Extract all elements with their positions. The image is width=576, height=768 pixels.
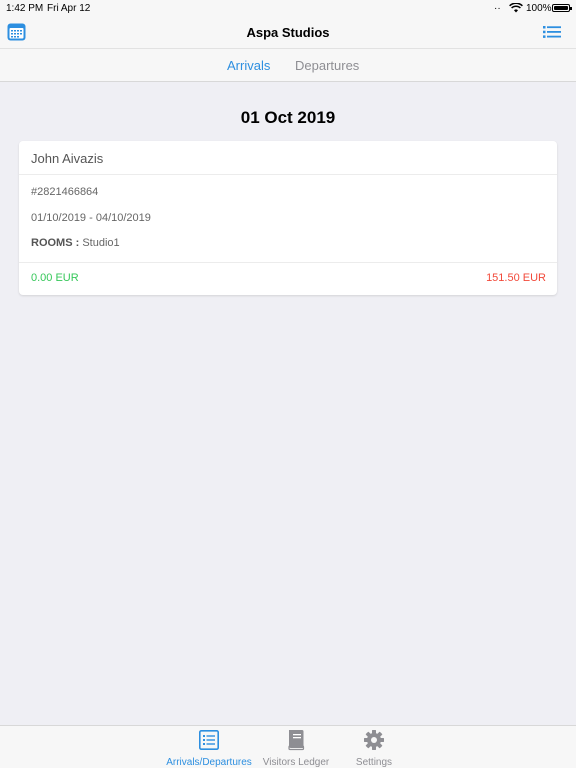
rooms-value: Studio1: [82, 237, 120, 249]
tab-settings[interactable]: Settings: [349, 726, 399, 768]
list-icon[interactable]: [543, 25, 561, 39]
wifi-icon: [509, 3, 523, 13]
tab-arrivals[interactable]: Arrivals: [227, 58, 270, 73]
date-heading: 01 Oct 2019: [240, 108, 336, 127]
booking-dates: 01/10/2019 - 04/10/2019: [31, 212, 151, 224]
card-divider: [19, 174, 557, 175]
status-date: Fri Apr 12: [47, 3, 91, 14]
paid-amount: 0.00 EUR: [31, 272, 79, 284]
booking-card[interactable]: John Aivazis #2821466864 01/10/2019 - 04…: [19, 141, 557, 295]
tab-bar: Arrivals/Departures Visitors Ledger Sett…: [0, 725, 576, 768]
rooms-label: ROOMS :: [31, 237, 80, 249]
booking-rooms: ROOMS : Studio1: [31, 237, 120, 249]
signal-dots-icon: ··: [494, 3, 501, 14]
battery-percent: 100%: [526, 3, 552, 14]
list-icon: [199, 730, 219, 750]
tab-departures[interactable]: Departures: [295, 58, 359, 73]
battery-icon: [552, 4, 572, 12]
guest-name: John Aivazis: [31, 151, 104, 166]
tab-visitors-ledger[interactable]: Visitors Ledger: [256, 726, 336, 768]
tab-label: Settings: [355, 757, 393, 768]
tab-label: Arrivals/Departures: [166, 757, 252, 768]
card-divider: [19, 262, 557, 263]
book-icon: [288, 730, 305, 751]
status-bar: 1:42 PM Fri Apr 12 ·· 100%: [0, 0, 576, 16]
due-amount: 151.50 EUR: [486, 272, 546, 284]
booking-id: #2821466864: [31, 186, 99, 198]
gear-icon: [364, 730, 384, 750]
page-title: Aspa Studios: [246, 25, 330, 40]
tab-label: Visitors Ledger: [262, 757, 330, 768]
tab-arrivals-departures[interactable]: Arrivals/Departures: [160, 726, 258, 768]
navigation-bar: Aspa Studios: [0, 16, 576, 49]
status-time: 1:42 PM: [6, 3, 44, 14]
arrivals-departures-segment: Arrivals Departures: [0, 49, 576, 82]
